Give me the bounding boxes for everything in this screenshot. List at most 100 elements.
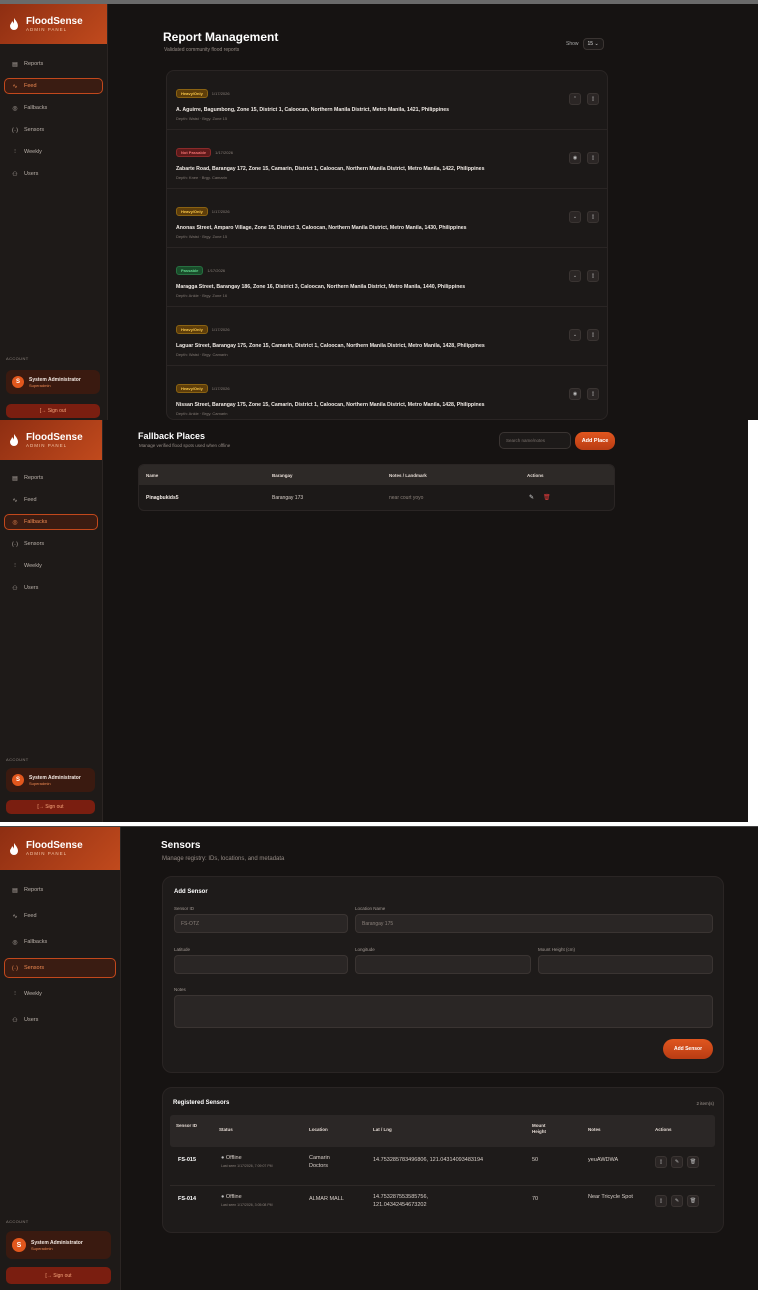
sidebar-item-label: Fallbacks	[24, 939, 48, 945]
table-row[interactable]: Pinagbukids5 Barangay 173 near court yoy…	[139, 485, 614, 510]
sensor-id-field[interactable]: FS-OTZ	[174, 914, 348, 933]
sensor-id: FS-014	[178, 1196, 197, 1202]
list-item[interactable]: Heavy/Only 1/17/2026 Anonas Street, Ampar…	[167, 189, 607, 248]
report-meta: Depth: Waist · Brgy. Camarin	[176, 352, 228, 357]
sidebar-item-label: Feed	[24, 497, 37, 503]
delete-button[interactable]: ▯	[587, 211, 599, 223]
delete-button[interactable]: ▯	[587, 329, 599, 341]
list-item[interactable]: Passable 1/17/2026 Maragga Street, Barang…	[167, 248, 607, 307]
users-icon: ⚇	[12, 585, 18, 592]
search-input[interactable]: Search name/notes	[499, 432, 571, 449]
sidebar-item-sensors[interactable]: ⟨·⟩ Sensors	[4, 536, 98, 552]
pin-icon: ◎	[12, 939, 18, 946]
sidebar-item-reports[interactable]: ▤ Reports	[4, 470, 98, 486]
table-row[interactable]: FS-014 ● Offline Last seen 1/17/2026, 3:…	[170, 1187, 715, 1225]
sidebar-item-fallbacks[interactable]: ◎ Fallbacks	[4, 514, 98, 530]
trash-icon[interactable]: 🗑	[543, 494, 551, 501]
sidebar-item-weekly[interactable]: ⫶ Weekly	[4, 558, 98, 574]
edit-button[interactable]: ✎	[671, 1156, 683, 1168]
delete-button[interactable]: ▯	[587, 93, 599, 105]
sidebar-item-reports[interactable]: ▤ Reports	[4, 56, 103, 72]
sidebar-item-feed[interactable]: ∿ Feed	[4, 78, 103, 94]
sidebar-item-weekly[interactable]: ⫶ Weekly	[4, 144, 103, 160]
view-button[interactable]: ◉	[569, 152, 581, 164]
calibrate-button[interactable]: ▯	[655, 1195, 667, 1207]
status-text: Offline	[225, 1155, 242, 1161]
sidebar-item-fallbacks[interactable]: ◎ Fallbacks	[4, 100, 103, 116]
list-item[interactable]: Heavy/Only 1/17/2026 Nissan Street, Baran…	[167, 366, 607, 419]
lat-lng: 14.753287553585756, 121.04342454673202	[373, 1194, 429, 1208]
sidebar-item-fallbacks[interactable]: ◎ Fallbacks	[4, 932, 116, 952]
add-sensor-button[interactable]: Add Sensor	[663, 1039, 713, 1059]
mount-height-field[interactable]	[538, 955, 713, 974]
location: ALMAR MALL	[309, 1196, 344, 1202]
pulse-icon: ∿	[12, 497, 18, 504]
sidebar-item-label: Users	[24, 171, 39, 177]
sidebar-item-label: Fallbacks	[24, 519, 48, 525]
row-actions: ▯ ✎ 🗑	[655, 1195, 699, 1207]
sidebar-item-label: Users	[24, 585, 39, 591]
report-actions: ◉ ▯	[569, 388, 599, 400]
sidebar-item-reports[interactable]: ▤ Reports	[4, 880, 116, 900]
view-button[interactable]: ◉	[569, 388, 581, 400]
list-item[interactable]: Not Passable 1/17/2026 Zabarte Road, Bara…	[167, 130, 607, 189]
sidebar-item-feed[interactable]: ∿ Feed	[4, 906, 116, 926]
report-address: Maragga Street, Barangay 186, Zone 16, D…	[176, 284, 466, 290]
item-count: 2 item(s)	[696, 1101, 714, 1106]
sidebar-item-sensors[interactable]: ⟨·⟩ Sensors	[4, 122, 103, 138]
add-place-button[interactable]: Add Place	[575, 432, 615, 450]
sidebar-item-label: Sensors	[24, 541, 45, 547]
sidebar-item-users[interactable]: ⚇ Users	[4, 166, 103, 182]
sidebar-item-feed[interactable]: ∿ Feed	[4, 492, 98, 508]
account-label: ACCOUNT	[6, 1219, 29, 1224]
signal-icon: ⟨·⟩	[11, 127, 19, 134]
signout-button[interactable]: [→ Sign out	[6, 404, 100, 418]
sidebar-item-users[interactable]: ⚇ Users	[4, 580, 98, 596]
signout-icon: [→	[45, 1272, 54, 1279]
view-button[interactable]: ⌄	[569, 329, 581, 341]
report-meta: Depth: Waist · Brgy. Zone 15	[176, 234, 228, 239]
delete-button[interactable]: 🗑	[687, 1195, 699, 1207]
page-size-value: 15	[587, 41, 594, 47]
avatar: S	[12, 376, 24, 388]
sidebar-item-weekly[interactable]: ⫶ Weekly	[4, 984, 116, 1004]
edit-icon[interactable]: ✎	[529, 494, 534, 501]
report-date: 1/17/2026	[211, 386, 230, 391]
status-badge: Heavy/Only	[176, 207, 208, 216]
latitude-field[interactable]	[174, 955, 348, 974]
signout-label: Sign out	[45, 804, 64, 810]
edit-button[interactable]: ✎	[671, 1195, 683, 1207]
table-row[interactable]: FS-015 ● Offline Last seen 1/17/2026, 7:…	[170, 1148, 715, 1186]
signout-button[interactable]: [→ Sign out	[6, 1267, 111, 1284]
delete-button[interactable]: 🗑	[687, 1156, 699, 1168]
report-actions: ⌄ ▯	[569, 270, 599, 282]
brand: FloodSense ADMIN PANEL	[0, 827, 120, 870]
delete-button[interactable]: ▯	[587, 152, 599, 164]
sidebar-item-label: Weekly	[24, 149, 42, 155]
page-size-select[interactable]: 15 ⌄	[582, 38, 604, 50]
view-button[interactable]: ⌄	[569, 270, 581, 282]
flame-logo-icon	[8, 433, 20, 447]
report-actions: ◉ ▯	[569, 152, 599, 164]
account-name: System Administrator	[31, 1239, 83, 1246]
delete-button[interactable]: ▯	[587, 388, 599, 400]
signout-button[interactable]: [→ Sign out	[6, 800, 95, 814]
list-item[interactable]: Heavy/Only 1/17/2026 A. Aguirre, Bagumbon…	[167, 71, 607, 130]
view-button[interactable]: ⌄	[569, 211, 581, 223]
view-button[interactable]: ⌃	[569, 93, 581, 105]
list-item[interactable]: Heavy/Only 1/17/2026 Laguar Street, Baran…	[167, 307, 607, 366]
location-name-field[interactable]: Barangay 175	[355, 914, 713, 933]
calibrate-button[interactable]: ▯	[655, 1156, 667, 1168]
longitude-field[interactable]	[355, 955, 531, 974]
status-badge: Heavy/Only	[176, 384, 208, 393]
lat-lng: 14.753285783496806, 121.04314093483194	[373, 1157, 484, 1163]
account-card: S System Administrator Superadmin	[6, 370, 100, 394]
delete-button[interactable]: ▯	[587, 270, 599, 282]
brand-name: FloodSense	[26, 431, 83, 443]
sidebar-item-users[interactable]: ⚇ Users	[4, 1010, 116, 1030]
notes-field[interactable]	[174, 995, 713, 1028]
sidebar-item-sensors[interactable]: ⟨·⟩ Sensors	[4, 958, 116, 978]
sidebar-item-label: Weekly	[24, 563, 42, 569]
last-seen: Last seen 1/17/2026, 3:05:08 PM	[221, 1203, 273, 1207]
column-header: Notes	[588, 1127, 601, 1132]
